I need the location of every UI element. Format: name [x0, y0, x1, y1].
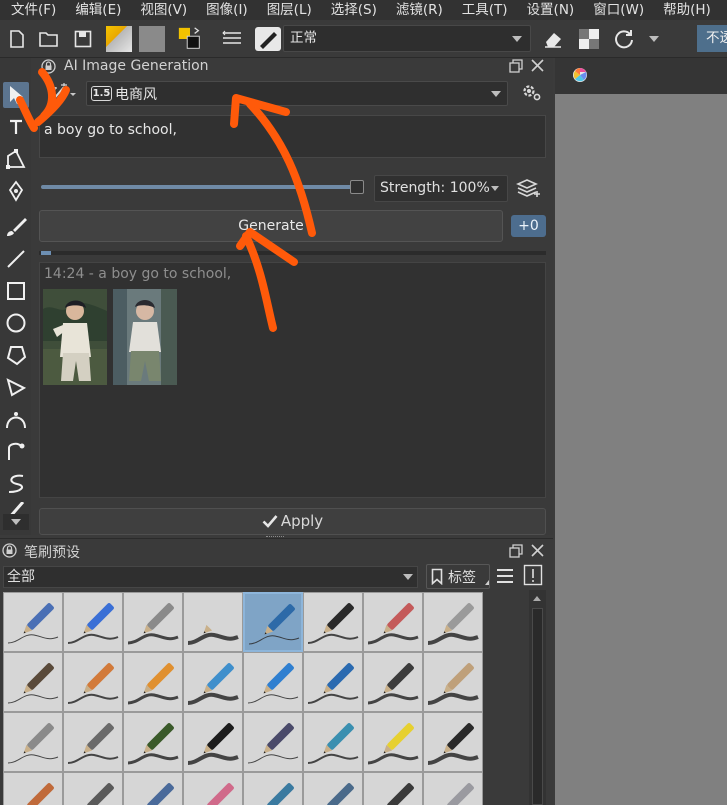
annotation-arrows [16, 68, 316, 332]
annotation-arrow-2-shaft [242, 232, 277, 332]
annotation-stroke-3 [16, 96, 38, 132]
annotation-arrow-1-shaft [246, 100, 316, 237]
